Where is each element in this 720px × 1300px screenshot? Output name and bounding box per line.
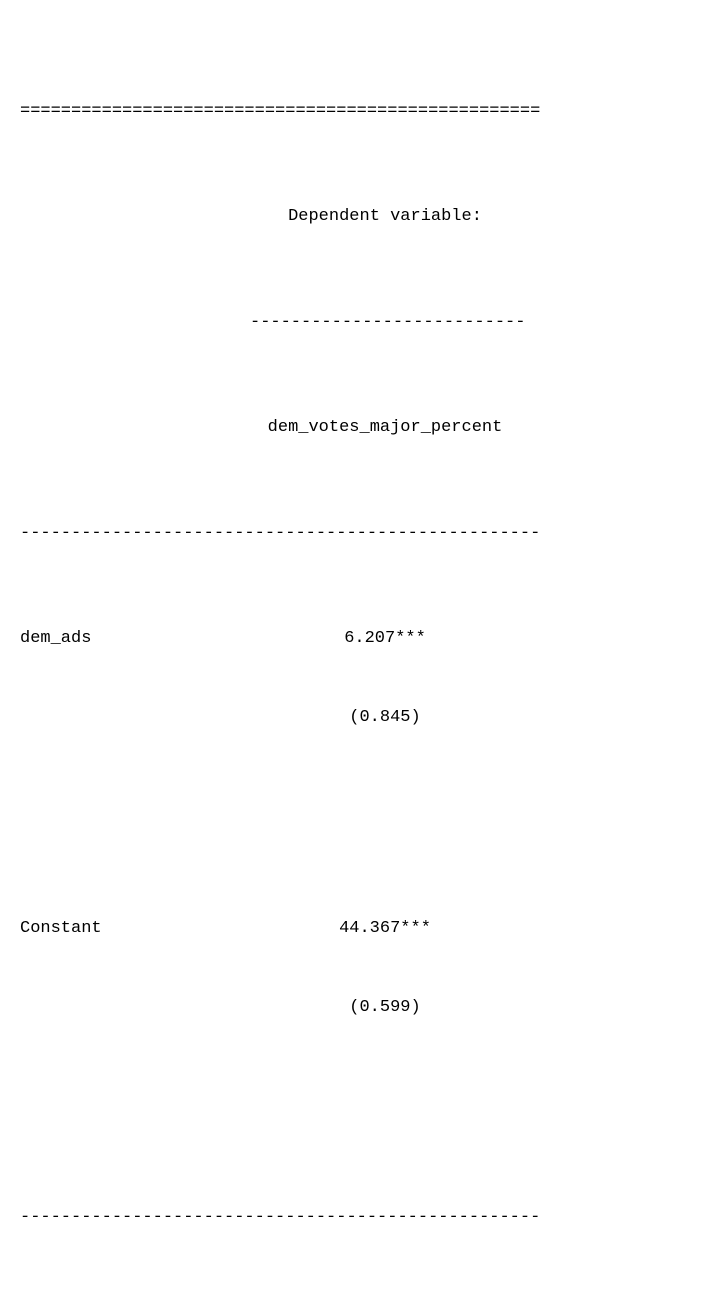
coef-name-0: dem_ads <box>20 626 230 652</box>
blank-row-0 <box>20 810 540 836</box>
dep-var-name: dem_votes_major_percent <box>230 415 540 441</box>
coef-est-0: 6.207*** <box>230 626 540 652</box>
coef-se-1: (0.599) <box>230 995 540 1021</box>
coef-row-1: Constant 44.367*** <box>20 916 540 942</box>
dep-var-header-row: Dependent variable: <box>20 204 540 230</box>
inner-rule: --------------------------- <box>250 310 540 336</box>
coef-se-0: (0.845) <box>230 705 540 731</box>
rule-top: ========================================… <box>20 99 540 125</box>
coef-est-1: 44.367*** <box>230 916 540 942</box>
inner-rule-row: --------------------------- <box>20 310 540 336</box>
blank-left <box>20 204 230 230</box>
dep-var-label: Dependent variable: <box>230 204 540 230</box>
coef-name-1: Constant <box>20 916 230 942</box>
rule-mid-1: ----------------------------------------… <box>20 521 540 547</box>
dep-var-name-row: dem_votes_major_percent <box>20 415 540 441</box>
rule-mid-2: ----------------------------------------… <box>20 1205 540 1231</box>
coef-row-0: dem_ads 6.207*** <box>20 626 540 652</box>
coef-se-row-0: (0.845) <box>20 705 540 731</box>
regression-table: ========================================… <box>20 20 540 1300</box>
blank-row-1 <box>20 1100 540 1126</box>
coef-se-row-1: (0.599) <box>20 995 540 1021</box>
